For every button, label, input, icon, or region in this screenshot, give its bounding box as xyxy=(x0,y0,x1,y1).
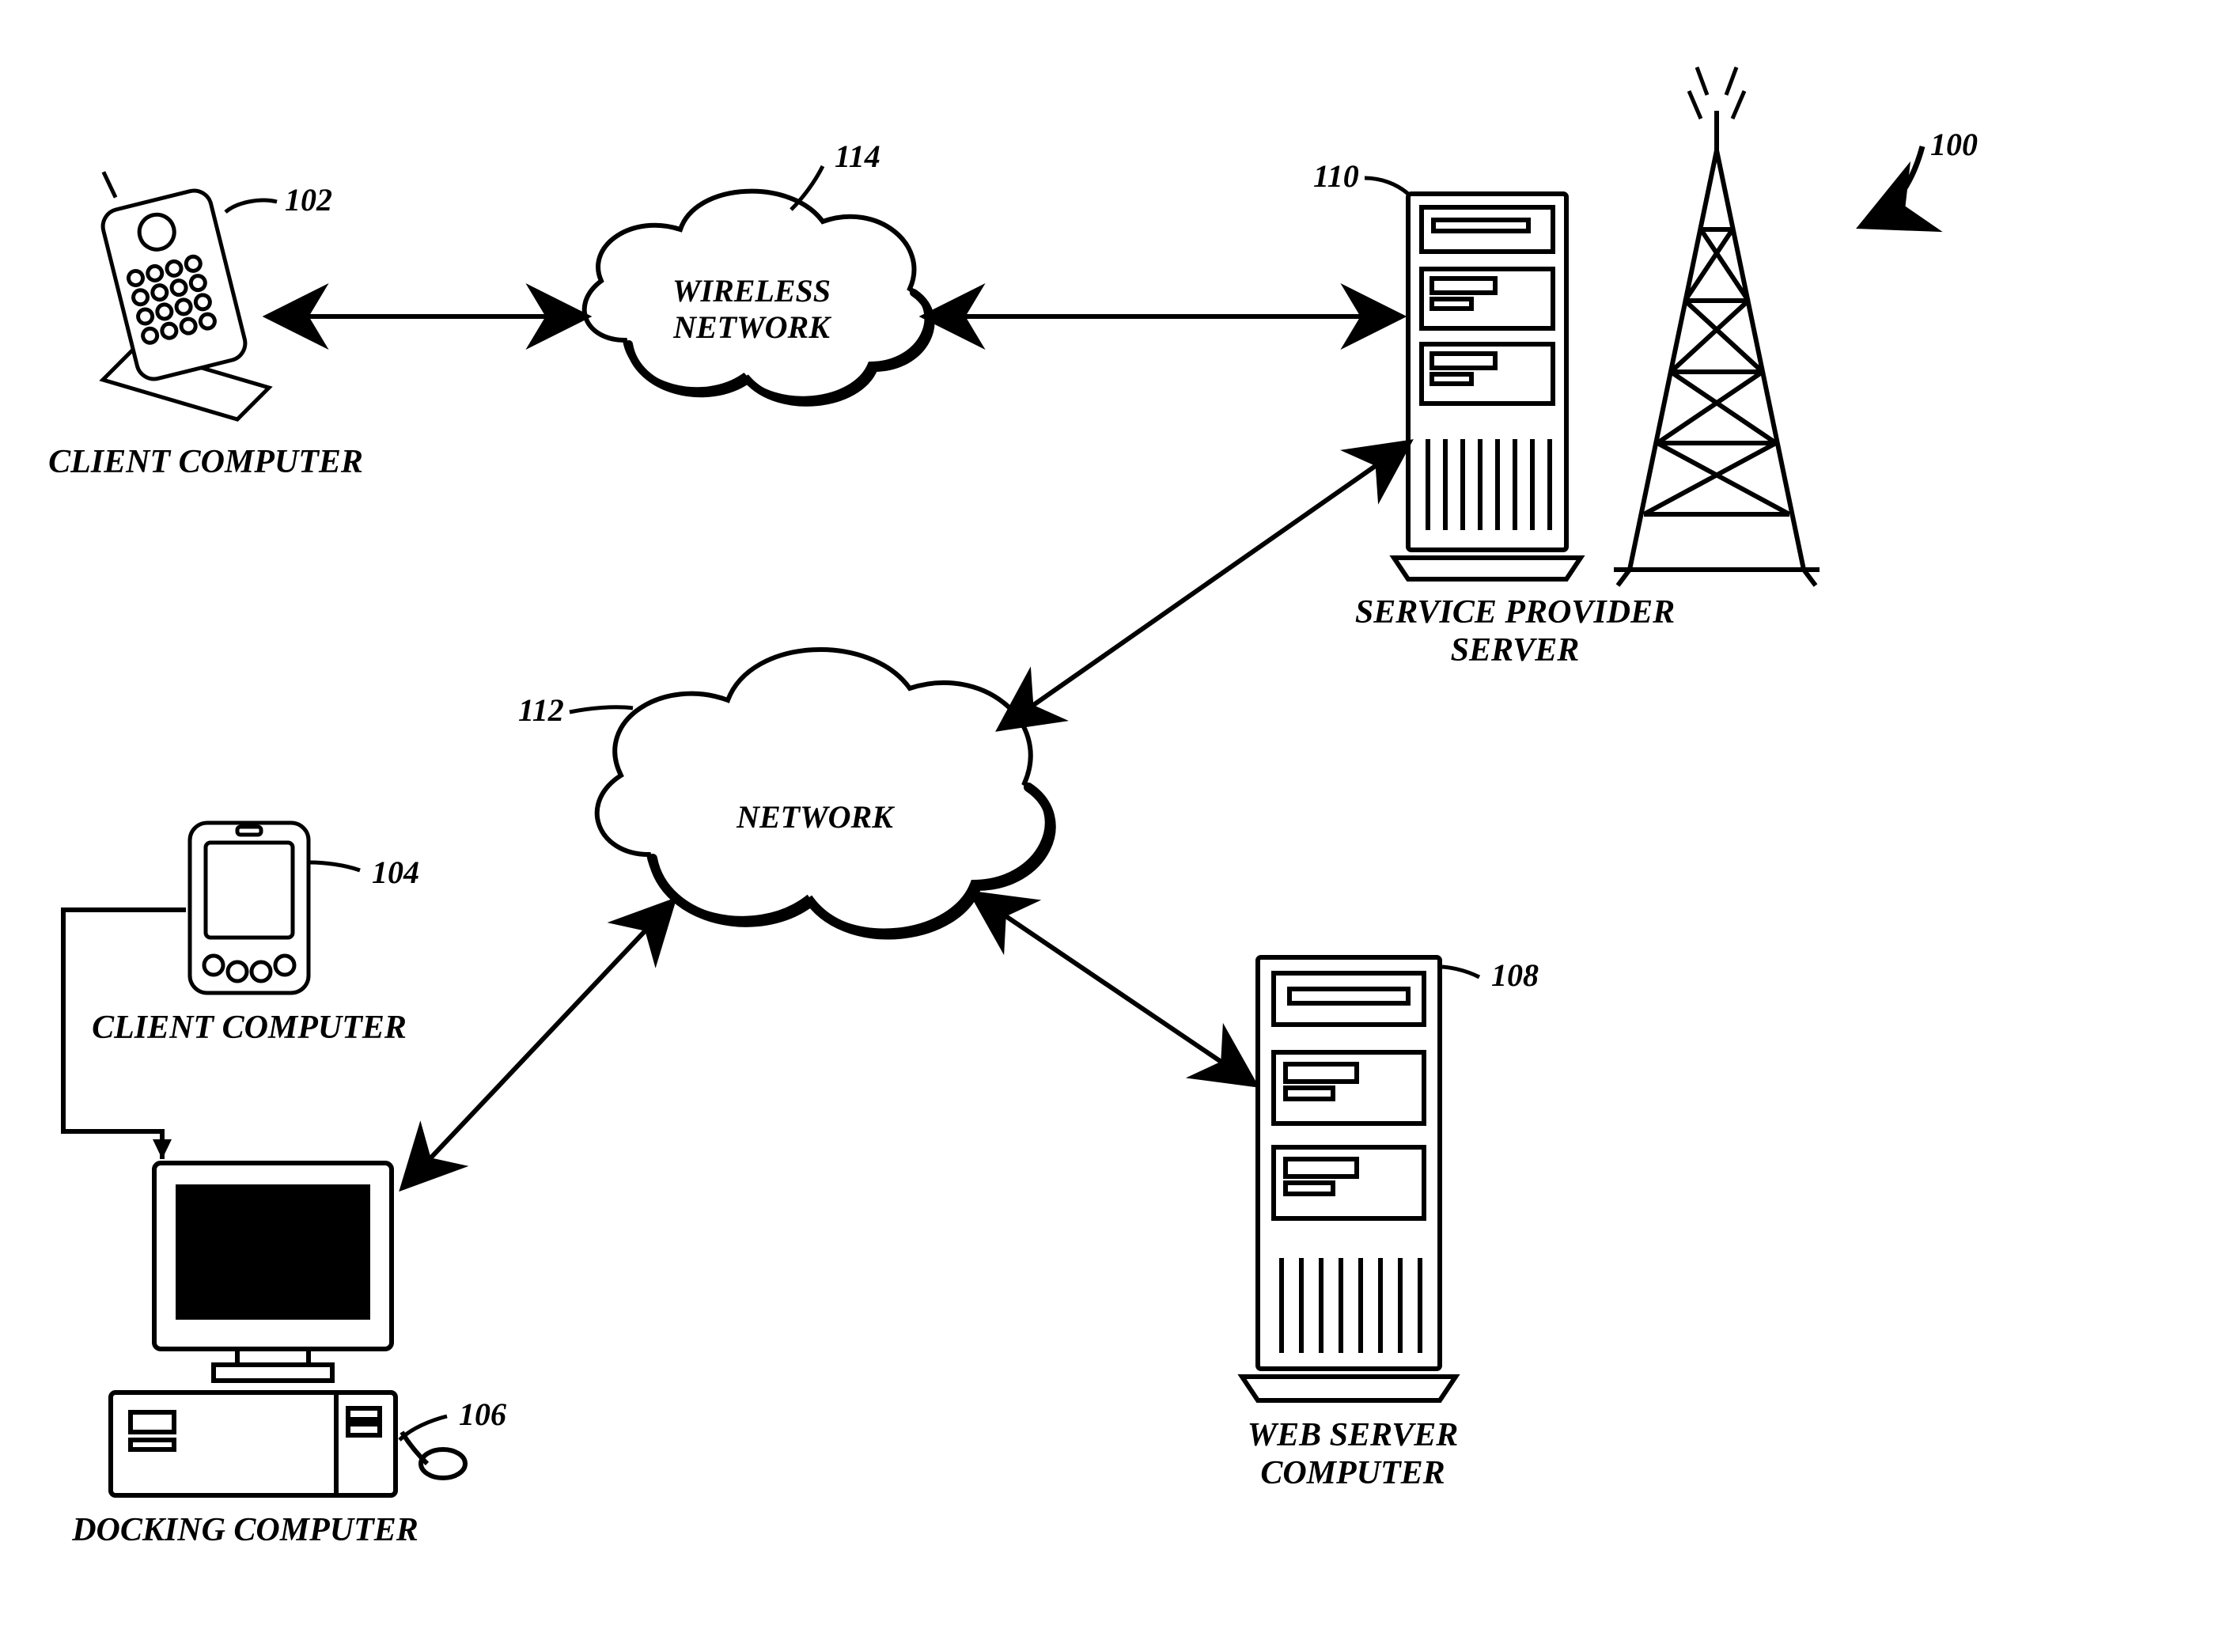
caption-docking: DOCKING COMPUTER xyxy=(47,1511,443,1549)
caption-sp-server: SERVICE PROVIDER SERVER xyxy=(1341,593,1689,670)
leader-108 xyxy=(1440,967,1479,977)
antenna-tower xyxy=(1614,67,1820,585)
link-docking-network xyxy=(403,902,672,1187)
device-web-server xyxy=(1242,957,1456,1400)
caption-client-phone: CLIENT COMPUTER xyxy=(32,443,380,481)
ref-102: 102 xyxy=(285,182,332,218)
cloud-wireless-label: WIRELESS NETWORK xyxy=(668,273,835,346)
leader-114 xyxy=(791,166,823,210)
cloud-network-label: NETWORK xyxy=(728,799,902,835)
cloud-network xyxy=(597,650,1051,934)
diagram-root: 100 WIRELESS NETWORK 114 NETWORK 112 CLI… xyxy=(0,0,2238,1652)
ref-112: 112 xyxy=(518,692,564,729)
ref-108: 108 xyxy=(1491,957,1539,994)
leader-102 xyxy=(225,200,277,212)
ref-114: 114 xyxy=(835,138,880,175)
device-client-pda xyxy=(190,823,309,993)
caption-web-server: WEB SERVER COMPUTER xyxy=(1218,1416,1487,1493)
diagram-svg xyxy=(0,0,2238,1652)
leader-112 xyxy=(570,707,633,712)
leader-104 xyxy=(310,862,360,870)
link-network-webserver xyxy=(973,894,1254,1084)
ref-106: 106 xyxy=(459,1396,506,1433)
device-docking-computer xyxy=(111,1163,465,1495)
ref-110: 110 xyxy=(1313,158,1359,195)
device-sp-server xyxy=(1394,194,1581,579)
leader-110 xyxy=(1365,178,1408,194)
ref-arrow-100 xyxy=(1863,146,1922,225)
ref-104: 104 xyxy=(372,854,419,891)
device-client-phone xyxy=(99,171,269,419)
ref-100: 100 xyxy=(1930,127,1978,163)
link-network-spserver xyxy=(1001,443,1408,728)
caption-client-pda: CLIENT COMPUTER xyxy=(75,1009,423,1047)
